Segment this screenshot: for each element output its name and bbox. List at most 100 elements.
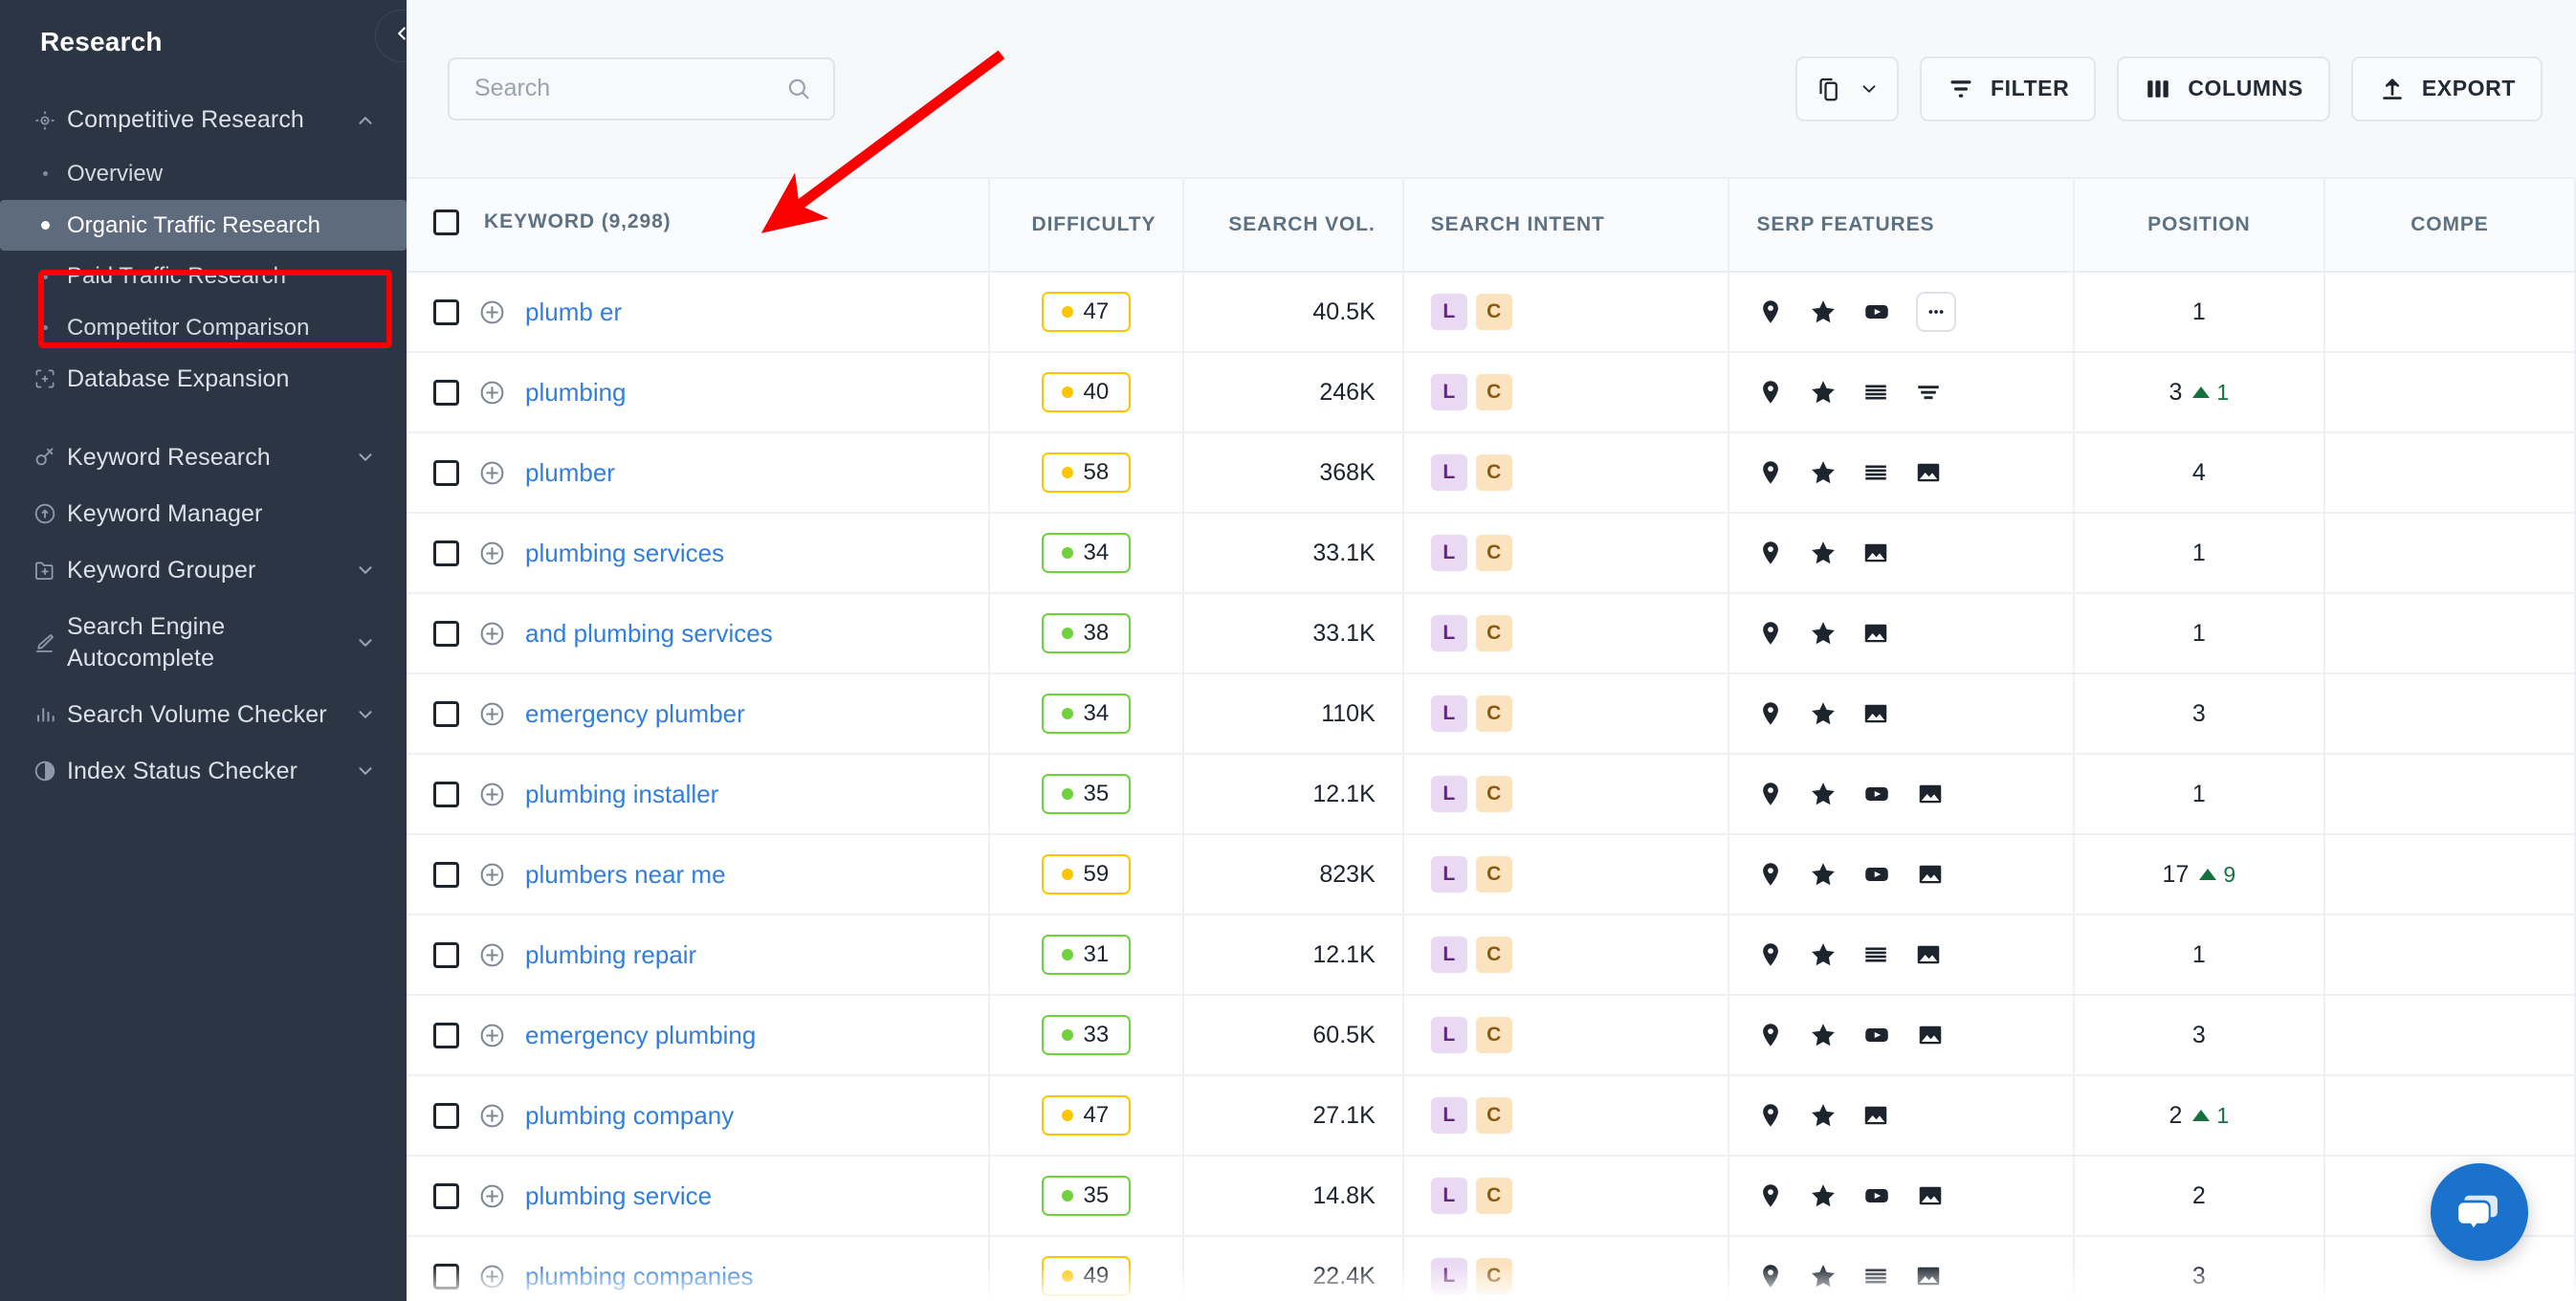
intent-badge-l[interactable]: L	[1430, 1178, 1467, 1214]
add-keyword-icon[interactable]	[478, 1263, 506, 1290]
select-all-checkbox[interactable]	[433, 209, 459, 235]
row-checkbox[interactable]	[433, 700, 459, 727]
table-row[interactable]: plumb er 47 40.5K LC 1	[407, 272, 2576, 353]
intent-badge-c[interactable]: C	[1475, 1017, 1512, 1053]
map-pin-icon[interactable]	[1756, 458, 1785, 487]
lines-icon[interactable]	[1861, 940, 1890, 969]
map-pin-icon[interactable]	[1756, 378, 1785, 407]
intent-badge-l[interactable]: L	[1430, 1258, 1467, 1294]
star-icon[interactable]	[1809, 619, 1838, 648]
add-keyword-icon[interactable]	[478, 1022, 506, 1049]
columns-button[interactable]: COLUMNS	[2117, 55, 2330, 121]
image-icon[interactable]	[1914, 1262, 1943, 1290]
chevron-down-icon[interactable]	[347, 632, 384, 653]
search-input[interactable]	[474, 75, 785, 102]
video-icon[interactable]	[1861, 860, 1892, 889]
align-icon[interactable]	[1914, 378, 1943, 407]
image-icon[interactable]	[1916, 860, 1945, 889]
sidebar-item-competitive-research[interactable]: Competitive Research	[0, 92, 407, 148]
map-pin-icon[interactable]	[1756, 619, 1785, 648]
sidebar-item-overview[interactable]: Overview	[0, 148, 407, 200]
keyword-link[interactable]: plumbing installer	[525, 780, 718, 809]
lines-icon[interactable]	[1861, 378, 1890, 407]
video-icon[interactable]	[1861, 1181, 1892, 1210]
intent-badge-l[interactable]: L	[1430, 937, 1467, 973]
keyword-link[interactable]: plumbing service	[525, 1181, 712, 1211]
intent-badge-c[interactable]: C	[1475, 776, 1512, 812]
image-icon[interactable]	[1916, 1021, 1945, 1049]
sidebar-item-paid-traffic-research[interactable]: Paid Traffic Research	[0, 251, 407, 302]
star-icon[interactable]	[1809, 1181, 1838, 1210]
intent-badge-l[interactable]: L	[1430, 535, 1467, 571]
intent-badge-l[interactable]: L	[1430, 695, 1467, 732]
column-header-search-intent[interactable]: SEARCH INTENT	[1402, 177, 1730, 273]
chevron-down-icon[interactable]	[347, 704, 384, 725]
intent-badge-c[interactable]: C	[1475, 695, 1512, 732]
table-row[interactable]: plumbing 40 246K LC 31	[407, 352, 2576, 433]
image-icon[interactable]	[1916, 780, 1945, 808]
table-row[interactable]: and plumbing services 38 33.1K LC 1	[407, 593, 2576, 674]
sidebar-item-search-engine-autocomplete[interactable]: Search Engine Autocomplete	[0, 599, 407, 687]
intent-badge-c[interactable]: C	[1475, 294, 1512, 330]
intent-badge-l[interactable]: L	[1430, 856, 1467, 893]
row-checkbox[interactable]	[433, 1102, 459, 1129]
intent-badge-c[interactable]: C	[1475, 374, 1512, 410]
map-pin-icon[interactable]	[1756, 1262, 1785, 1290]
image-icon[interactable]	[1861, 1101, 1890, 1130]
star-icon[interactable]	[1809, 699, 1838, 728]
intent-badge-c[interactable]: C	[1475, 1178, 1512, 1214]
keyword-link[interactable]: emergency plumbing	[525, 1021, 756, 1050]
lines-icon[interactable]	[1861, 458, 1890, 487]
image-icon[interactable]	[1916, 1181, 1945, 1210]
filter-button[interactable]: FILTER	[1919, 55, 2097, 121]
intent-badge-l[interactable]: L	[1430, 374, 1467, 410]
row-checkbox[interactable]	[433, 298, 459, 325]
chevron-down-icon[interactable]	[347, 447, 384, 468]
row-checkbox[interactable]	[433, 1263, 459, 1290]
keyword-link[interactable]: plumbing repair	[525, 940, 696, 970]
star-icon[interactable]	[1809, 458, 1838, 487]
sidebar-item-organic-traffic-research[interactable]: Organic Traffic Research	[0, 199, 407, 252]
video-icon[interactable]	[1861, 298, 1892, 326]
image-icon[interactable]	[1861, 699, 1890, 728]
keyword-link[interactable]: plumbing	[525, 378, 627, 408]
column-header-keyword[interactable]: KEYWORD (9,298)	[407, 177, 991, 273]
map-pin-icon[interactable]	[1756, 860, 1785, 889]
intent-badge-l[interactable]: L	[1430, 615, 1467, 651]
column-header-serp-features[interactable]: SERP FEATURES	[1728, 177, 2075, 273]
search-input-wrapper[interactable]	[448, 56, 835, 121]
keyword-link[interactable]: plumbing services	[525, 539, 724, 568]
more-icon[interactable]	[1916, 292, 1957, 332]
add-keyword-icon[interactable]	[478, 1182, 506, 1210]
image-icon[interactable]	[1914, 940, 1943, 969]
sidebar-item-keyword-grouper[interactable]: Keyword Grouper	[0, 542, 407, 599]
sidebar-item-keyword-research[interactable]: Keyword Research	[0, 430, 407, 486]
row-checkbox[interactable]	[433, 620, 459, 647]
image-icon[interactable]	[1861, 539, 1890, 567]
table-row[interactable]: emergency plumber 34 110K LC 3	[407, 673, 2576, 755]
table-row[interactable]: plumbing service 35 14.8K LC 2	[407, 1156, 2576, 1237]
table-row[interactable]: plumbing services 34 33.1K LC 1	[407, 513, 2576, 594]
keyword-link[interactable]: plumbers near me	[525, 860, 726, 890]
map-pin-icon[interactable]	[1756, 298, 1785, 326]
intent-badge-c[interactable]: C	[1475, 454, 1512, 491]
intent-badge-l[interactable]: L	[1430, 776, 1467, 812]
row-checkbox[interactable]	[433, 941, 459, 968]
add-keyword-icon[interactable]	[478, 459, 506, 487]
column-header-position[interactable]: POSITION	[2073, 177, 2325, 273]
add-keyword-icon[interactable]	[478, 620, 506, 648]
map-pin-icon[interactable]	[1756, 1181, 1785, 1210]
add-keyword-icon[interactable]	[478, 1102, 506, 1130]
row-checkbox[interactable]	[433, 540, 459, 566]
row-checkbox[interactable]	[433, 1182, 459, 1209]
row-checkbox[interactable]	[433, 781, 459, 807]
star-icon[interactable]	[1809, 860, 1838, 889]
image-icon[interactable]	[1861, 619, 1890, 648]
add-keyword-icon[interactable]	[478, 379, 506, 407]
keyword-link[interactable]: emergency plumber	[525, 699, 745, 729]
sidebar-item-search-volume-checker[interactable]: Search Volume Checker	[0, 687, 407, 743]
device-select-button[interactable]	[1794, 55, 1899, 121]
intent-badge-l[interactable]: L	[1430, 1097, 1467, 1134]
video-icon[interactable]	[1861, 780, 1892, 808]
table-row[interactable]: plumbing company 47 27.1K LC 21	[407, 1075, 2576, 1157]
